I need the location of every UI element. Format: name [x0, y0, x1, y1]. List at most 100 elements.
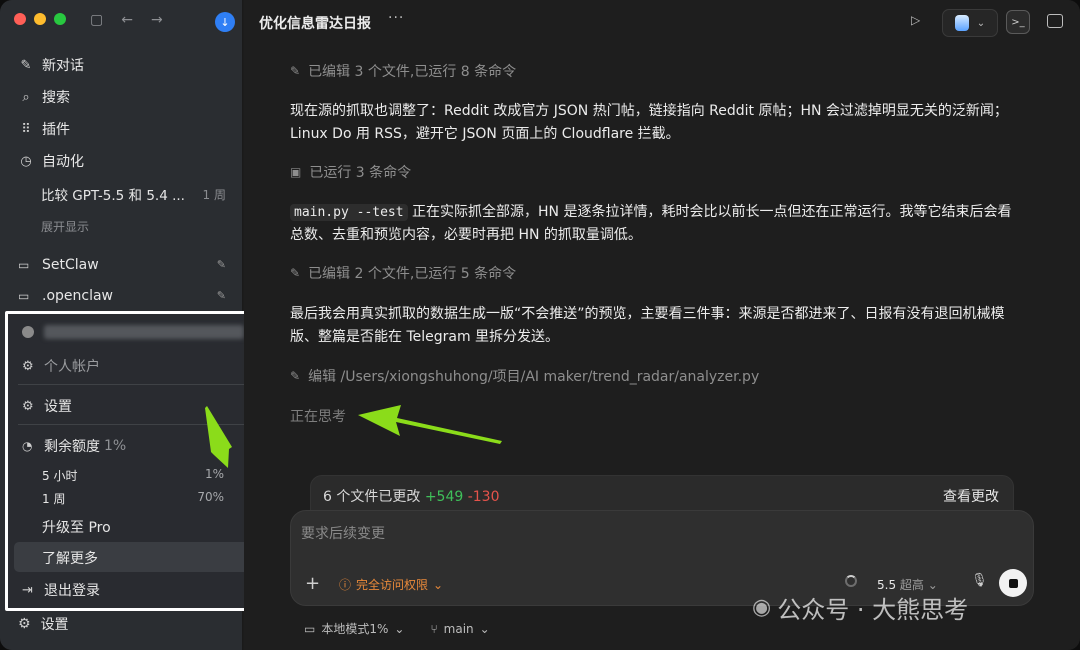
download-icon[interactable]: ↓ — [215, 12, 235, 32]
paragraph-line: 现在源的抓取也调整了：Reddit 改成官方 JSON 热门帖，链接指向 Red… — [290, 103, 1008, 119]
minimize-window-button[interactable] — [34, 13, 46, 25]
pencil-icon: ✎ — [290, 369, 301, 383]
mode-label: 本地模式1% — [321, 622, 389, 636]
assistant-paragraph: 最后我会用真实抓取的数据生成一版“不会推送”的预览，主要看三件事：来源是否都进来… — [290, 303, 1030, 349]
expand-more-link[interactable]: 展开显示 — [8, 211, 236, 241]
settings-label: 设置 — [40, 617, 69, 633]
finder-app-icon — [954, 15, 969, 31]
pencil-icon: ✎ — [290, 266, 301, 280]
watermark-text: 公众号 · 大熊思考 — [777, 596, 969, 624]
app-window: ▢ ← → ↓ ✎ 新对话 ⌕ 搜索 ⠿ 插件 ◷ 自动化 比较 GPT-5.5… — [0, 0, 1080, 650]
local-mode-dropdown[interactable]: ▭ 本地模式1% ⌄ — [304, 620, 404, 637]
run-icon[interactable]: ▷ — [911, 13, 920, 27]
paragraph-text: 正在实际抓全部源，HN 是逐条拉详情，耗时会比以前长一点但还在正常运行。我等它结… — [407, 204, 1012, 220]
new-chat-button[interactable]: ✎ 新对话 — [8, 49, 236, 81]
branch-dropdown[interactable]: ⑂ main ⌄ — [430, 620, 489, 637]
new-thread-icon[interactable]: ✎ — [217, 289, 226, 302]
gear-icon: ⚙ — [18, 616, 31, 632]
project-setclaw[interactable]: ▭ SetClaw ✎ — [8, 249, 236, 280]
clock-icon: ◷ — [20, 153, 32, 169]
activity-summary[interactable]: ✎ 编辑 /Users/xiongshuhong/项目/AI maker/tre… — [290, 366, 759, 386]
changes-count: 6 个文件已更改 — [323, 489, 421, 505]
sidebar-toolbar: ▢ ← → — [90, 12, 163, 28]
automation-item-label: 比较 GPT-5.5 和 5.4 ... — [41, 188, 185, 204]
watermark: ◉ 公众号 · 大熊思考 — [752, 590, 968, 625]
branch-label: main — [443, 621, 474, 636]
toggle-panel-icon[interactable] — [1047, 14, 1063, 28]
window-controls — [14, 13, 66, 25]
laptop-icon: ▭ — [304, 621, 316, 636]
paragraph-line: 版、整篇是否能在 Telegram 里拆分发送。 — [290, 329, 560, 345]
activity-summary[interactable]: ✎ 已编辑 3 个文件,已运行 8 条命令 — [290, 61, 516, 81]
folder-icon: ▭ — [18, 257, 30, 272]
search-button[interactable]: ⌕ 搜索 — [8, 81, 236, 113]
paragraph-line: 总数、去重和预览内容，必要时再把 HN 的抓取量调低。 — [290, 227, 642, 243]
warning-icon: ⓘ — [339, 578, 352, 592]
plugins-button[interactable]: ⠿ 插件 — [8, 113, 236, 145]
view-changes-button[interactable]: 查看更改 — [943, 486, 999, 506]
folder-icon: ▭ — [18, 288, 30, 303]
activity-summary[interactable]: ▣ 已运行 3 条命令 — [290, 162, 411, 182]
project-label: SetClaw — [42, 256, 99, 273]
toggle-sidebar-icon[interactable]: ▢ — [90, 12, 103, 28]
project-label: .openclaw — [42, 287, 114, 304]
changes-bar: 6 个文件已更改 +549 -130 查看更改 — [310, 475, 1014, 515]
terminal-icon[interactable]: >_ — [1006, 10, 1030, 34]
activity-text: 已编辑 2 个文件,已运行 5 条命令 — [308, 266, 517, 282]
status-footer: ▭ 本地模式1% ⌄ ⑂ main ⌄ — [304, 620, 490, 637]
prompt-input[interactable]: 要求后续变更 — [301, 523, 385, 543]
activity-text: 已运行 3 条命令 — [309, 165, 412, 181]
lines-added: +549 — [424, 489, 464, 505]
assistant-paragraph: main.py --test 正在实际抓全部源，HN 是逐条拉详情，耗时会比以前… — [290, 201, 1030, 247]
paragraph-line: 最后我会用真实抓取的数据生成一版“不会推送”的预览，主要看三件事：来源是否都进来… — [290, 306, 1005, 322]
paragraph-line: main.py --test 正在实际抓全部源，HN 是逐条拉详情，耗时会比以前… — [290, 201, 1030, 224]
plus-icon[interactable]: + — [305, 573, 320, 594]
chevron-down-icon: ⌄ — [479, 621, 490, 636]
nav-label: 新对话 — [42, 58, 84, 74]
terminal-icon: ▣ — [290, 165, 302, 179]
thinking-status: 正在思考 — [290, 409, 346, 425]
plugin-icon: ⠿ — [21, 121, 31, 137]
chevron-down-icon: ⌄ — [976, 17, 986, 29]
permission-dropdown[interactable]: ⓘ 完全访问权限 ⌄ — [339, 576, 443, 593]
sidebar-nav: ✎ 新对话 ⌕ 搜索 ⠿ 插件 ◷ 自动化 比较 GPT-5.5 和 5.4 .… — [8, 49, 236, 311]
sidebar-settings-button[interactable]: ⚙ 设置 — [18, 614, 69, 634]
back-arrow-icon[interactable]: ← — [121, 12, 133, 28]
branch-icon: ⑂ — [430, 621, 438, 636]
close-window-button[interactable] — [14, 13, 26, 25]
nav-label: 插件 — [42, 122, 70, 138]
forward-arrow-icon[interactable]: → — [151, 12, 163, 28]
pencil-icon: ✎ — [290, 64, 301, 78]
microphone-icon[interactable]: 🎙 — [971, 573, 988, 588]
nav-label: 自动化 — [42, 154, 84, 170]
spinner-icon — [845, 575, 857, 587]
search-icon: ⌕ — [22, 89, 30, 105]
open-in-app-dropdown[interactable]: ⌄ — [942, 9, 998, 37]
permission-label: 完全访问权限 — [356, 578, 429, 592]
paragraph-line: Linux Do 用 RSS，避开它 JSON 页面上的 Cloudflare … — [290, 126, 680, 142]
compose-icon: ✎ — [20, 57, 32, 73]
chevron-down-icon: ⌄ — [433, 577, 444, 592]
automation-button[interactable]: ◷ 自动化 — [8, 145, 236, 177]
more-options-icon[interactable]: ··· — [388, 10, 404, 26]
activity-text: 编辑 /Users/xiongshuhong/项目/AI maker/trend… — [308, 369, 760, 385]
assistant-paragraph: 现在源的抓取也调整了：Reddit 改成官方 JSON 热门帖，链接指向 Red… — [290, 100, 1030, 146]
stop-icon — [1008, 578, 1018, 588]
nav-label: 搜索 — [42, 90, 70, 106]
changes-summary: 6 个文件已更改 +549 -130 — [323, 486, 500, 506]
main-panel: 优化信息雷达日报 ··· ▷ ⌄ >_ ✎ 已编辑 3 个文件,已运行 8 条命… — [244, 0, 1080, 650]
zoom-window-button[interactable] — [54, 13, 66, 25]
chevron-down-icon: ⌄ — [394, 621, 405, 636]
activity-text: 已编辑 3 个文件,已运行 8 条命令 — [308, 64, 517, 80]
wechat-icon: ◉ — [752, 595, 772, 620]
lines-removed: -130 — [467, 489, 500, 505]
thread-title: 优化信息雷达日报 — [259, 16, 371, 32]
title-bar: 优化信息雷达日报 ··· ▷ ⌄ >_ — [244, 0, 1080, 44]
new-thread-icon[interactable]: ✎ — [217, 258, 226, 271]
automation-item[interactable]: 比较 GPT-5.5 和 5.4 ... 1 周 — [8, 177, 236, 211]
inline-code: main.py --test — [290, 204, 408, 221]
stop-button[interactable] — [999, 569, 1027, 597]
activity-summary[interactable]: ✎ 已编辑 2 个文件,已运行 5 条命令 — [290, 263, 516, 283]
project-openclaw[interactable]: ▭ .openclaw ✎ — [8, 280, 236, 311]
automation-item-time: 1 周 — [202, 187, 226, 202]
